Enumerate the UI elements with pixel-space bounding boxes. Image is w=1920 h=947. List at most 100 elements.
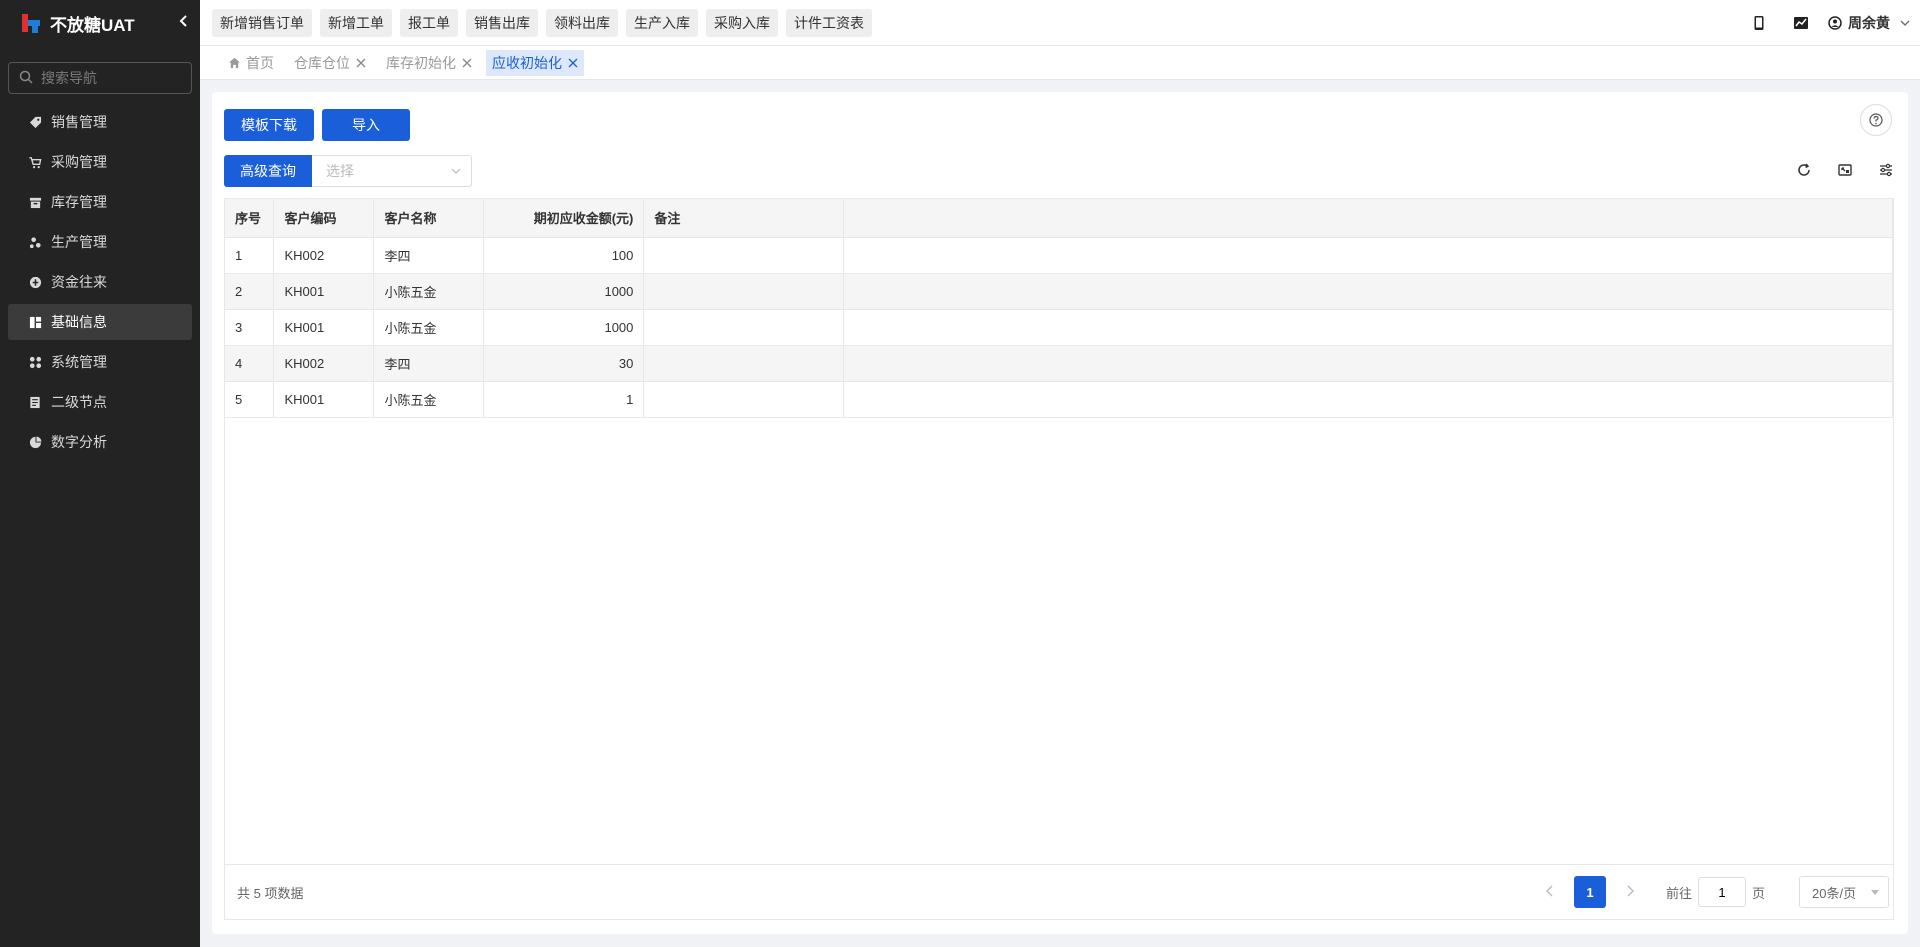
tab-3[interactable]: 应收初始化 bbox=[486, 49, 584, 76]
chevron-down-icon bbox=[451, 163, 461, 179]
table-cell: 小陈五金 bbox=[373, 381, 485, 418]
column-header-2[interactable]: 客户名称 bbox=[373, 199, 485, 238]
advanced-query-button[interactable]: 高级查询 bbox=[224, 155, 312, 187]
nav-list: 销售管理采购管理库存管理生产管理资金往来基础信息系统管理二级节点数字分析 bbox=[0, 104, 200, 460]
import-button[interactable]: 导入 bbox=[322, 109, 410, 141]
sidebar-item-label: 二级节点 bbox=[51, 394, 107, 410]
refresh-icon[interactable] bbox=[1796, 162, 1812, 178]
template-download-button[interactable]: 模板下载 bbox=[224, 109, 314, 141]
user-name: 周余黄 bbox=[1848, 15, 1890, 31]
query-select[interactable]: 选择 bbox=[312, 155, 472, 187]
table-cell: 30 bbox=[483, 345, 645, 382]
tab-1[interactable]: 仓库仓位 bbox=[288, 50, 372, 76]
help-icon[interactable] bbox=[1860, 104, 1892, 136]
table-body: 1 KH002 李四 100 2 KH001 小陈五金 1000 3 KH001 小陈五金 1000 4… bbox=[225, 237, 1893, 418]
table-cell bbox=[643, 345, 845, 382]
column-header-0[interactable]: 序号 bbox=[225, 199, 275, 238]
next-page-icon[interactable] bbox=[1616, 885, 1644, 900]
app-logo[interactable]: 不放糖UAT bbox=[0, 0, 200, 46]
quick-action-button-4[interactable]: 领料出库 bbox=[546, 8, 618, 37]
nav-search-input[interactable] bbox=[41, 70, 181, 86]
quick-action-button-7[interactable]: 计件工资表 bbox=[786, 8, 872, 37]
chart-icon[interactable] bbox=[1792, 14, 1810, 32]
sidebar-item-6[interactable]: 系统管理 bbox=[8, 344, 192, 380]
quick-actions: 新增销售订单 新增工单 报工单 销售出库 领料出库 生产入库 采购入库 计件工资表 bbox=[212, 8, 880, 37]
apps-icon bbox=[28, 355, 42, 369]
query-select-placeholder: 选择 bbox=[326, 163, 354, 179]
table-row[interactable]: 2 KH001 小陈五金 1000 bbox=[225, 273, 1893, 310]
prev-page-icon[interactable] bbox=[1536, 885, 1564, 900]
column-header-3[interactable]: 期初应收金额(元) bbox=[483, 199, 645, 238]
pagination: 共 5 项数据 1 前往 页 20条/页 bbox=[225, 864, 1893, 919]
sidebar-item-8[interactable]: 数字分析 bbox=[8, 424, 192, 460]
table-row[interactable]: 3 KH001 小陈五金 1000 bbox=[225, 309, 1893, 346]
page-size-select[interactable]: 20条/页 bbox=[1799, 876, 1889, 908]
tabs-bar: 首页 仓库仓位 库存初始化 应收初始化 bbox=[200, 46, 1920, 80]
table-cell: KH002 bbox=[273, 345, 375, 382]
logo-icon bbox=[20, 12, 42, 34]
table-row[interactable]: 5 KH001 小陈五金 1 bbox=[225, 381, 1893, 418]
tab-2[interactable]: 库存初始化 bbox=[380, 50, 478, 76]
sidebar-item-label: 采购管理 bbox=[51, 154, 107, 170]
quick-action-button-6[interactable]: 采购入库 bbox=[706, 8, 778, 37]
table-cell-filler bbox=[843, 273, 1893, 310]
search-icon bbox=[19, 70, 33, 87]
quick-action-button-5[interactable]: 生产入库 bbox=[626, 8, 698, 37]
goto-page-input[interactable] bbox=[1697, 877, 1746, 907]
table-row[interactable]: 1 KH002 李四 100 bbox=[225, 237, 1893, 274]
tag-icon bbox=[28, 115, 42, 129]
production-icon bbox=[28, 235, 42, 249]
tab-label: 应收初始化 bbox=[492, 54, 562, 71]
quick-action-button-1[interactable]: 新增工单 bbox=[320, 8, 392, 37]
mobile-icon[interactable] bbox=[1750, 14, 1768, 32]
close-icon[interactable] bbox=[356, 55, 366, 71]
close-icon[interactable] bbox=[568, 55, 578, 71]
column-header-4[interactable]: 备注 bbox=[643, 199, 845, 238]
fullscreen-icon[interactable] bbox=[1837, 162, 1853, 178]
table-cell: 3 bbox=[225, 309, 275, 346]
sidebar-item-label: 资金往来 bbox=[51, 274, 107, 290]
quick-action-button-0[interactable]: 新增销售订单 bbox=[212, 8, 312, 37]
sidebar-item-label: 库存管理 bbox=[51, 194, 107, 210]
table-cell: 小陈五金 bbox=[373, 309, 485, 346]
table-cell bbox=[643, 237, 845, 274]
sidebar-item-3[interactable]: 生产管理 bbox=[8, 224, 192, 260]
sidebar-item-4[interactable]: 资金往来 bbox=[8, 264, 192, 300]
close-icon[interactable] bbox=[462, 55, 472, 71]
table-cell: 1 bbox=[225, 237, 275, 274]
collapse-sidebar-icon[interactable] bbox=[176, 14, 192, 30]
column-header-filler bbox=[843, 199, 1893, 238]
sidebar-item-1[interactable]: 采购管理 bbox=[8, 144, 192, 180]
document-icon bbox=[28, 395, 42, 409]
sidebar-item-5[interactable]: 基础信息 bbox=[8, 304, 192, 340]
table-cell bbox=[643, 309, 845, 346]
column-header-1[interactable]: 客户编码 bbox=[273, 199, 375, 238]
quick-action-button-2[interactable]: 报工单 bbox=[400, 8, 458, 37]
table-cell: 李四 bbox=[373, 237, 485, 274]
nav-search[interactable] bbox=[8, 62, 192, 94]
tab-label: 库存初始化 bbox=[386, 54, 456, 71]
table-row[interactable]: 4 KH002 李四 30 bbox=[225, 345, 1893, 382]
cart-icon bbox=[28, 155, 42, 169]
funds-icon bbox=[28, 275, 42, 289]
quick-action-button-3[interactable]: 销售出库 bbox=[466, 8, 538, 37]
table-cell-filler bbox=[843, 309, 1893, 346]
table-cell: 小陈五金 bbox=[373, 273, 485, 310]
user-menu[interactable]: 周余黄 bbox=[1828, 13, 1910, 33]
table-cell: 1 bbox=[483, 381, 645, 418]
basic-info-icon bbox=[28, 315, 42, 329]
total-count: 共 5 项数据 bbox=[237, 885, 304, 901]
receivable-table: 序号 客户编码 客户名称 期初应收金额(元) 备注 1 KH002 李四 100 2 KH001 小… bbox=[225, 199, 1893, 418]
chevron-down-icon bbox=[1900, 15, 1910, 31]
goto-suffix: 页 bbox=[1751, 885, 1765, 901]
sidebar-item-0[interactable]: 销售管理 bbox=[8, 104, 192, 140]
sidebar-item-2[interactable]: 库存管理 bbox=[8, 184, 192, 220]
column-settings-icon[interactable] bbox=[1878, 162, 1894, 178]
sidebar-item-label: 生产管理 bbox=[51, 234, 107, 250]
table-cell: KH002 bbox=[273, 237, 375, 274]
table-cell-filler bbox=[843, 345, 1893, 382]
sidebar-item-7[interactable]: 二级节点 bbox=[8, 384, 192, 420]
page-number-current[interactable]: 1 bbox=[1573, 876, 1606, 908]
tab-0[interactable]: 首页 bbox=[222, 50, 280, 76]
sidebar-item-label: 销售管理 bbox=[51, 114, 107, 130]
